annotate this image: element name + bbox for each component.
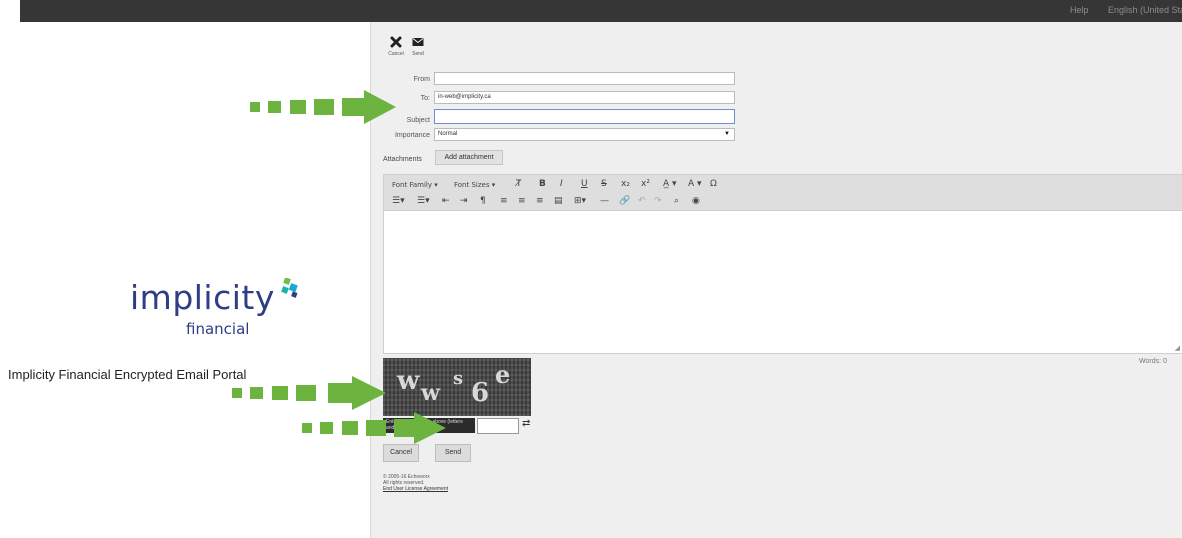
logo-wordmark: implicity xyxy=(130,278,275,317)
logo-subtitle: financial xyxy=(186,320,250,338)
arrow-to-captcha-icon xyxy=(232,376,386,410)
to-field[interactable]: in-web@implicity.ca xyxy=(434,91,735,104)
eula-link[interactable]: End User License Agreement xyxy=(383,486,448,492)
envelope-icon xyxy=(407,36,429,50)
strikethrough-icon[interactable]: S xyxy=(601,178,607,190)
from-field[interactable] xyxy=(434,72,735,85)
captcha-char: w xyxy=(421,380,440,406)
captcha-char: w xyxy=(397,366,420,396)
subject-field[interactable] xyxy=(434,109,735,124)
language-selector[interactable]: English (United States) xyxy=(1108,5,1182,15)
captcha-input[interactable] xyxy=(477,418,519,434)
importance-label: Importance xyxy=(394,132,430,139)
background-color-icon[interactable]: A̲ ▾ xyxy=(663,178,677,190)
from-label: From xyxy=(413,76,430,83)
special-char-icon[interactable]: Ω xyxy=(710,178,717,190)
arrow-to-captcha-input-icon xyxy=(302,412,446,444)
underline-icon[interactable]: U xyxy=(581,178,588,190)
text-color-icon[interactable]: A ▾ xyxy=(688,178,702,190)
preview-icon[interactable]: ◉ xyxy=(692,195,700,207)
font-sizes-label: Font Sizes xyxy=(454,181,490,189)
captcha-char: e xyxy=(495,360,511,389)
find-icon[interactable]: ⌕ xyxy=(674,195,679,207)
toolbar-send-label: Send xyxy=(412,51,424,57)
help-link[interactable]: Help xyxy=(1070,5,1089,15)
bullet-list-icon[interactable]: ☰▾ xyxy=(392,195,405,207)
editor-toolbar: Font Family ▾ Font Sizes ▾ T̸ B I U S x₂… xyxy=(384,175,1182,211)
arrow-to-field-icon xyxy=(250,90,396,124)
redo-icon[interactable]: ↷ xyxy=(654,195,662,207)
italic-icon[interactable]: I xyxy=(560,178,563,190)
message-editor: Font Family ▾ Font Sizes ▾ T̸ B I U S x₂… xyxy=(383,174,1182,354)
captcha-char: s xyxy=(453,368,464,389)
font-family-dropdown[interactable]: Font Family ▾ xyxy=(392,179,438,191)
captcha-char: 6 xyxy=(471,378,490,408)
compose-panel: Cancel Send From To: in-web@implicity.ca… xyxy=(370,22,1182,538)
indent-icon[interactable]: ⇥ xyxy=(460,195,468,207)
cancel-button[interactable]: Cancel xyxy=(383,444,419,462)
font-sizes-dropdown[interactable]: Font Sizes ▾ xyxy=(454,179,495,191)
captcha-image: w w s 6 e xyxy=(383,358,531,416)
horizontal-rule-icon[interactable]: — xyxy=(600,195,609,207)
screen: Help English (United States) Cancel Send… xyxy=(0,0,1182,538)
table-icon[interactable]: ⊞▾ xyxy=(574,195,586,207)
refresh-captcha-icon[interactable]: ⇄ xyxy=(522,418,530,429)
font-family-label: Font Family xyxy=(392,181,432,189)
dropdown-arrow-icon: ▼ xyxy=(724,131,730,137)
toolbar-send-button[interactable]: Send xyxy=(407,36,429,57)
footer: © 2005-16 Echoworx All rights reserved. … xyxy=(383,474,448,492)
paragraph-icon[interactable]: ¶ xyxy=(480,195,486,207)
resize-handle-icon[interactable]: ◢ xyxy=(1175,344,1180,352)
undo-icon[interactable]: ↶ xyxy=(638,195,646,207)
send-button[interactable]: Send xyxy=(435,444,471,462)
logo-mark-icon xyxy=(281,278,298,298)
portal-title: Implicity Financial Encrypted Email Port… xyxy=(8,367,247,382)
importance-select[interactable]: Normal ▼ xyxy=(434,128,735,141)
toolbar-cancel-label: Cancel xyxy=(388,51,404,57)
bold-icon[interactable]: B xyxy=(539,178,546,190)
align-center-icon[interactable]: ≡ xyxy=(518,195,526,207)
align-left-icon[interactable]: ≡ xyxy=(500,195,508,207)
align-right-icon[interactable]: ≡ xyxy=(536,195,544,207)
message-body[interactable] xyxy=(384,212,1182,353)
toolbar-cancel-button[interactable]: Cancel xyxy=(385,36,407,57)
subscript-icon[interactable]: x₂ xyxy=(621,178,630,190)
implicity-logo: implicity financial xyxy=(130,278,310,344)
close-x-icon xyxy=(385,36,407,50)
link-icon[interactable]: 🔗 xyxy=(619,195,630,207)
add-attachment-button[interactable]: Add attachment xyxy=(435,150,503,165)
outdent-icon[interactable]: ⇤ xyxy=(442,195,450,207)
attachments-label: Attachments xyxy=(383,156,422,163)
clear-format-icon[interactable]: T̸ xyxy=(516,178,522,190)
word-count: Words: 0 xyxy=(1139,358,1167,365)
superscript-icon[interactable]: x² xyxy=(641,178,650,190)
top-bar: Help English (United States) xyxy=(20,0,1182,22)
importance-value: Normal xyxy=(438,131,458,137)
numbered-list-icon[interactable]: ☰▾ xyxy=(417,195,430,207)
align-justify-icon[interactable]: ▤ xyxy=(554,195,563,207)
